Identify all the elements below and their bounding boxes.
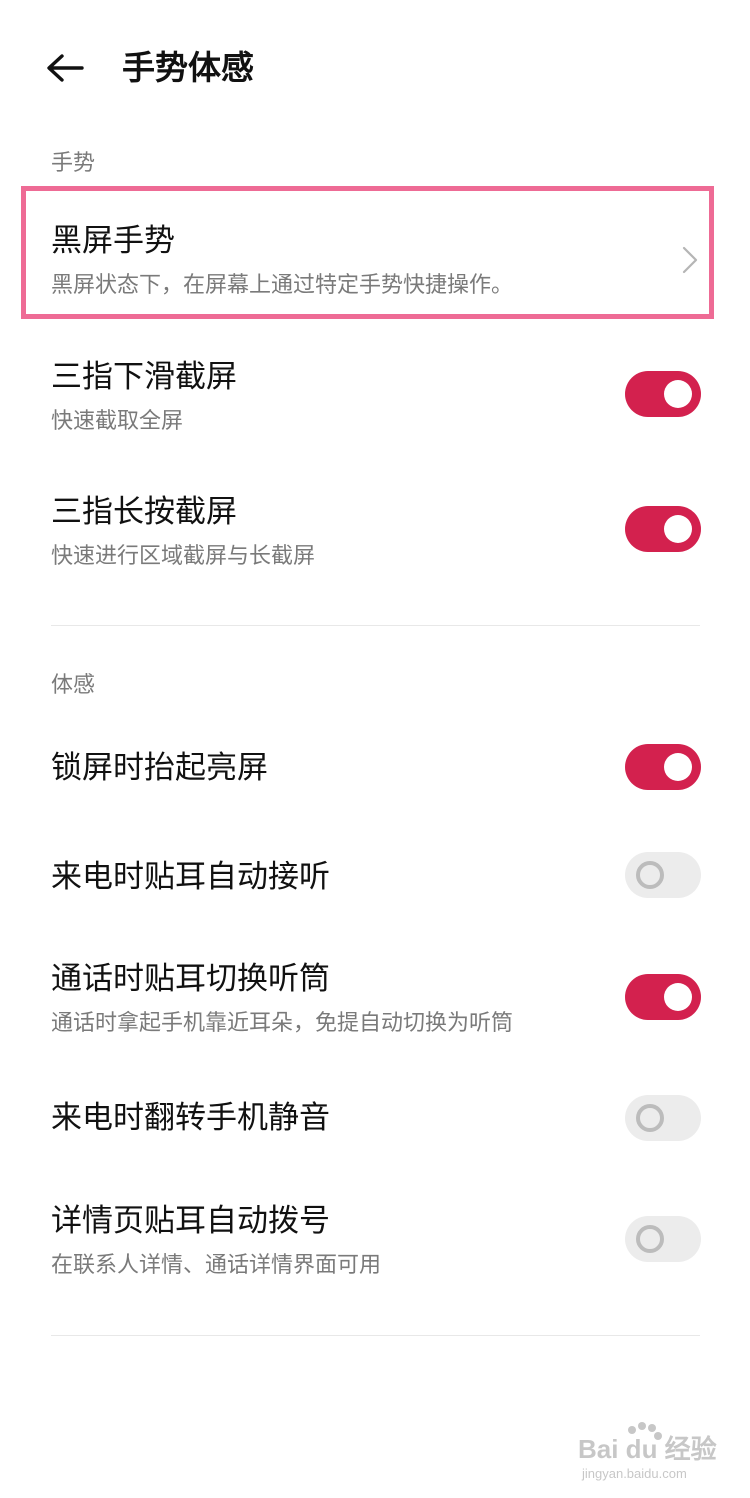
row-title: 来电时贴耳自动接听: [51, 859, 330, 895]
baidu-jingyan-watermark: Bai du 经验 jingyan.baidu.com: [578, 1422, 717, 1481]
row-subtitle: 快速进行区域截屏与长截屏: [51, 544, 316, 569]
toggle-knob: [636, 1225, 664, 1253]
row-title: 详情页贴耳自动拨号: [51, 1203, 330, 1239]
toggle-switch[interactable]: [625, 371, 701, 417]
section-label-gestures: 手势: [51, 151, 96, 176]
toggle-switch[interactable]: [625, 1216, 701, 1262]
toggle-knob: [664, 380, 692, 408]
row-subtitle: 在联系人详情、通话详情界面可用: [51, 1253, 382, 1278]
page-title: 手势体感: [122, 48, 254, 87]
back-button[interactable]: [40, 46, 90, 90]
settings-row-three-finger-press-screenshot: 三指长按截屏 快速进行区域截屏与长截屏: [0, 475, 750, 585]
toggle-knob: [664, 983, 692, 1011]
settings-row-ear-switch-receiver: 通话时贴耳切换听筒 通话时拿起手机靠近耳朵，免提自动切换为听筒: [0, 940, 750, 1050]
settings-row-ear-auto-dial: 详情页贴耳自动拨号 在联系人详情、通话详情界面可用: [0, 1185, 750, 1295]
settings-row-ear-auto-answer: 来电时贴耳自动接听: [0, 833, 750, 918]
toggle-knob: [664, 515, 692, 543]
toggle-switch[interactable]: [625, 1095, 701, 1141]
arrow-left-icon: [47, 54, 84, 82]
row-title: 锁屏时抬起亮屏: [51, 750, 268, 786]
settings-row-raise-to-wake: 锁屏时抬起亮屏: [0, 725, 750, 810]
svg-text:Bai du 经验: Bai du 经验: [578, 1434, 717, 1464]
toggle-switch[interactable]: [625, 744, 701, 790]
toggle-switch[interactable]: [625, 974, 701, 1020]
section-divider: [51, 1335, 700, 1336]
header: 手势体感: [0, 0, 750, 140]
settings-row-three-finger-swipe-screenshot: 三指下滑截屏 快速截取全屏: [0, 340, 750, 450]
row-title: 来电时翻转手机静音: [51, 1100, 330, 1136]
row-title: 三指长按截屏: [51, 494, 237, 530]
toggle-knob: [636, 861, 664, 889]
section-divider: [51, 625, 700, 626]
row-title: 三指下滑截屏: [51, 359, 237, 395]
toggle-knob: [664, 753, 692, 781]
toggle-switch[interactable]: [625, 852, 701, 898]
svg-text:jingyan.baidu.com: jingyan.baidu.com: [581, 1466, 687, 1481]
toggle-switch[interactable]: [625, 506, 701, 552]
toggle-knob: [636, 1104, 664, 1132]
row-subtitle: 通话时拿起手机靠近耳朵，免提自动切换为听筒: [51, 1011, 514, 1036]
row-title: 通话时贴耳切换听筒: [51, 961, 330, 997]
highlight-box: [21, 186, 714, 319]
section-label-motion: 体感: [51, 673, 96, 698]
row-subtitle: 快速截取全屏: [51, 409, 184, 434]
settings-row-flip-to-mute: 来电时翻转手机静音: [0, 1077, 750, 1162]
